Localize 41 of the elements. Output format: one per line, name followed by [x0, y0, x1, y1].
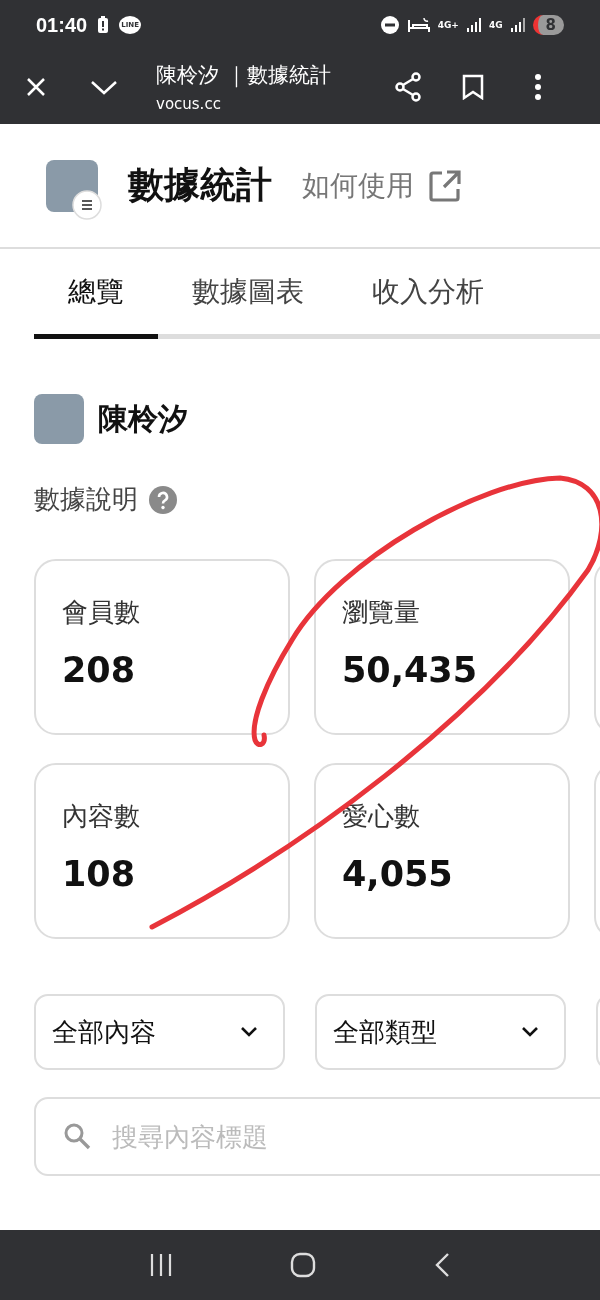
dropdown[interactable]: 全部類型	[315, 994, 566, 1070]
page-heading: 數據統計	[128, 163, 272, 207]
search-field[interactable]: 搜尋內容標題	[34, 1097, 600, 1176]
photo-placeholder	[34, 394, 84, 444]
stat-value: 208	[62, 650, 136, 690]
tab[interactable]: 數據圖表	[158, 249, 338, 339]
help-link[interactable]: 如何使用	[302, 166, 414, 205]
dropdown[interactable]: 全部內容	[34, 994, 285, 1070]
creator-name: 陳柃汐	[98, 399, 188, 438]
recent-apps-icon[interactable]	[148, 1252, 174, 1278]
share-icon[interactable]	[394, 72, 422, 102]
do-not-disturb-icon	[379, 15, 400, 35]
signal-icon	[465, 17, 482, 33]
info-label: 數據說明	[34, 483, 138, 516]
tab[interactable]: 收入分析	[338, 249, 518, 339]
stat-value: 50,435	[342, 650, 478, 690]
page-url: vocus.cc	[156, 95, 222, 113]
more-icon[interactable]	[534, 74, 542, 100]
battery-indicator: 8	[532, 15, 564, 35]
battery-alert-icon	[97, 16, 110, 34]
stat-value: 108	[62, 854, 136, 894]
page-title: 陳柃汐 ｜數據統計	[156, 62, 332, 89]
stat-label: 愛心數	[342, 800, 420, 833]
bookmark-icon[interactable]	[462, 74, 484, 100]
bed-icon	[406, 16, 431, 34]
clock: 01:40	[36, 13, 88, 37]
stat-label: 內容數	[62, 800, 140, 833]
menu-icon[interactable]	[72, 189, 102, 220]
home-icon[interactable]	[290, 1252, 316, 1278]
tab[interactable]: 總覽	[34, 249, 158, 339]
chevron-down-icon	[520, 1025, 540, 1039]
stat-value: 4,055	[342, 854, 453, 894]
help-icon[interactable]	[148, 484, 178, 515]
network-label: 4G	[488, 20, 503, 30]
external-link-icon[interactable]	[428, 168, 462, 203]
stat-label: 會員數	[62, 596, 140, 629]
search-icon	[62, 1121, 92, 1151]
network-label: 4G+	[437, 20, 459, 30]
stat-label: 瀏覽量	[342, 596, 420, 629]
signal-icon	[509, 17, 526, 33]
chevron-down-icon	[239, 1025, 259, 1039]
